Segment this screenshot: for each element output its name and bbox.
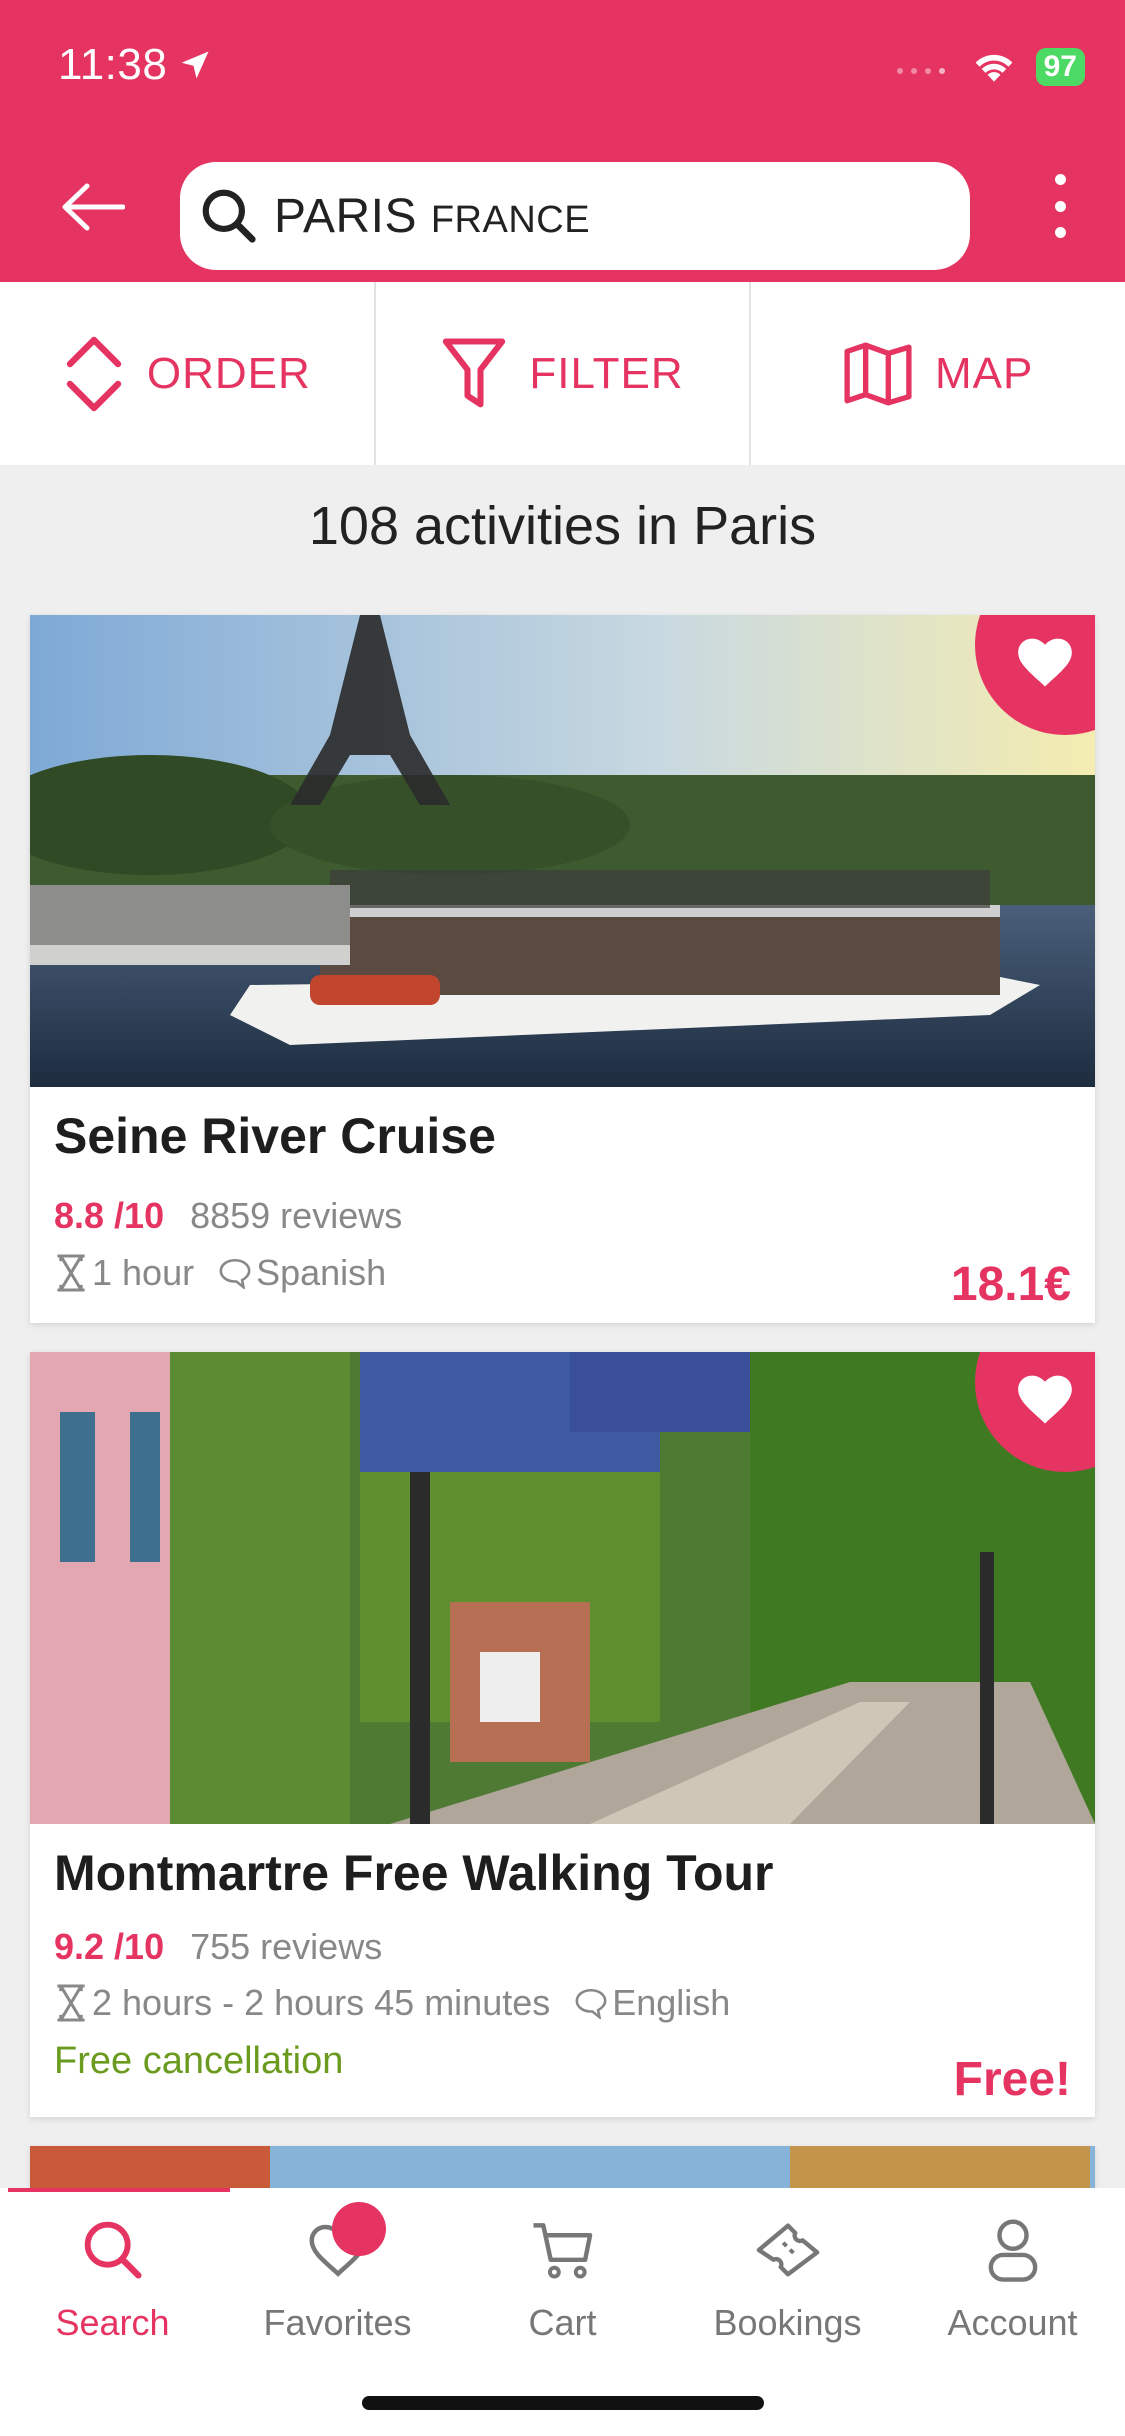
- search-icon: [84, 2221, 142, 2279]
- tab-label: Bookings: [713, 2302, 862, 2343]
- results-count: 108 activities in Paris: [308, 496, 817, 556]
- montmartre-photo: [30, 1352, 1095, 1824]
- tab-label: Favorites: [263, 2302, 412, 2343]
- sort-icon: [66, 336, 122, 411]
- filter-icon: [443, 337, 506, 407]
- nav-icon-wrap: [73, 2210, 153, 2290]
- nav-icon-wrap: [523, 2210, 603, 2290]
- activity-title: Montmartre Free Walking Tour: [54, 1845, 774, 1901]
- search-city: PARIS: [274, 189, 417, 243]
- tab-items: Search Favorites Cart Bookings Account: [0, 2202, 1125, 2344]
- arrow-left-icon: [62, 183, 125, 231]
- rating-score: 8.8 /10: [54, 1195, 165, 1236]
- tab-search[interactable]: Search: [0, 2210, 225, 2344]
- review-count: 8859 reviews: [190, 1195, 403, 1236]
- tab-label: Cart: [528, 2302, 597, 2343]
- seine-cruise-photo: [30, 615, 1095, 1087]
- order-label: ORDER: [146, 348, 311, 398]
- rating-score: 9.2 /10: [54, 1926, 165, 1967]
- price: Free!: [953, 2053, 1071, 2106]
- map-icon: [844, 342, 912, 405]
- dot: [1054, 200, 1066, 212]
- clock-text: 11:38: [58, 40, 168, 89]
- search-icon: [202, 189, 256, 243]
- activity-title: Seine River Cruise: [54, 1108, 496, 1164]
- activity-image: [30, 1352, 1095, 1824]
- battery-indicator: 97: [1035, 48, 1085, 86]
- activity-card[interactable]: Seine River Cruise 8.8 /10 8859 reviews …: [30, 615, 1095, 1323]
- map-label: MAP: [935, 348, 1034, 398]
- heart-filled-icon: [1018, 1375, 1072, 1424]
- filter-label: FILTER: [529, 348, 684, 398]
- search-query: PARIS FRANCE: [274, 189, 590, 244]
- status-bar-time: 11:38: [58, 40, 213, 90]
- activity-meta: 2 hours - 2 hours 45 minutes English: [54, 1982, 754, 2024]
- results-toolbar: ORDER FILTER MAP: [0, 282, 1125, 465]
- hourglass-icon: [57, 1254, 85, 1292]
- nav-icon-wrap: [298, 2202, 386, 2290]
- language-text: Spanish: [256, 1252, 387, 1293]
- back-button[interactable]: [52, 172, 132, 242]
- duration: 2 hours - 2 hours 45 minutes: [54, 1982, 550, 2024]
- dot: [1054, 174, 1066, 185]
- duration-text: 2 hours - 2 hours 45 minutes: [92, 1982, 551, 2023]
- activity-image: [30, 615, 1095, 1087]
- cart-icon: [532, 2223, 592, 2279]
- home-indicator[interactable]: [362, 2396, 764, 2410]
- app-header: 11:38 97 PARIS FRANCE: [0, 0, 1125, 282]
- dot: [1054, 227, 1066, 238]
- filter-button[interactable]: FILTER: [376, 282, 752, 465]
- wifi-icon: [975, 54, 1012, 82]
- tab-label: Search: [55, 2302, 170, 2343]
- rating-row: 8.8 /10 8859 reviews: [54, 1195, 402, 1237]
- free-cancellation-label: Free cancellation: [54, 2040, 344, 2082]
- language: English: [574, 1982, 730, 2024]
- ticket-icon: [756, 2223, 819, 2277]
- activity-meta: 1 hour Spanish: [54, 1252, 410, 1294]
- rating-row: 9.2 /10 755 reviews: [54, 1926, 382, 1968]
- tab-label: Account: [947, 2302, 1078, 2343]
- person-icon: [988, 2219, 1037, 2282]
- heart-filled-icon: [1018, 638, 1072, 687]
- language: Spanish: [218, 1252, 386, 1294]
- order-button[interactable]: ORDER: [0, 282, 376, 465]
- speech-bubble-icon: [219, 1258, 251, 1289]
- notification-badge: [331, 2202, 386, 2256]
- signal-icon: [896, 68, 945, 74]
- nav-icon-wrap: [748, 2210, 828, 2290]
- activity-card[interactable]: Montmartre Free Walking Tour 9.2 /10 755…: [30, 1352, 1095, 2117]
- tab-favorites[interactable]: Favorites: [225, 2202, 450, 2344]
- more-options-button[interactable]: [1038, 168, 1082, 244]
- tab-account[interactable]: Account: [900, 2210, 1125, 2344]
- hourglass-icon: [57, 1984, 85, 2022]
- language-text: English: [612, 1982, 731, 2023]
- nav-icon-wrap: [973, 2210, 1053, 2290]
- status-bar-indicators: 97: [892, 48, 1085, 86]
- duration: 1 hour: [54, 1252, 194, 1294]
- location-arrow-icon: [181, 51, 209, 79]
- tab-cart[interactable]: Cart: [450, 2210, 675, 2344]
- active-tab-indicator: [8, 2188, 230, 2192]
- speech-bubble-icon: [575, 1988, 607, 2019]
- price: 18.1€: [950, 1258, 1071, 1311]
- duration-text: 1 hour: [92, 1252, 195, 1293]
- search-field[interactable]: PARIS FRANCE: [180, 162, 970, 270]
- search-country: FRANCE: [430, 198, 591, 241]
- map-button[interactable]: MAP: [751, 282, 1125, 465]
- review-count: 755 reviews: [190, 1926, 383, 1967]
- tab-bookings[interactable]: Bookings: [675, 2210, 900, 2344]
